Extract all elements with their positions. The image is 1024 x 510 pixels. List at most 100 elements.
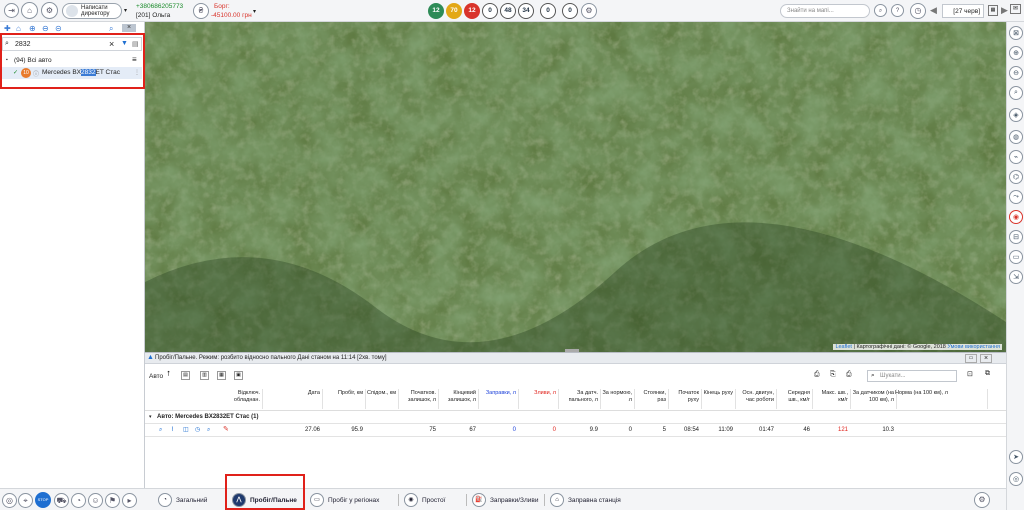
status-counter[interactable]: 12	[464, 3, 480, 19]
wallet-icon[interactable]: ₴	[193, 3, 209, 19]
search-icon[interactable]: ⌕	[874, 4, 887, 17]
flag-icon[interactable]: ⚑	[105, 493, 120, 508]
clock-icon[interactable]: ◷	[195, 427, 200, 434]
column-header[interactable]: За датч. пального, л	[560, 390, 598, 404]
xls-icon[interactable]: ⎙	[814, 371, 820, 379]
column-header[interactable]: Пробіг, км	[325, 390, 363, 397]
group-header-row[interactable]: ▾ Авто: Mercedes BX2832ET Стас (1)	[145, 412, 1006, 424]
pin-icon[interactable]: ⌖	[18, 493, 33, 508]
column-header[interactable]: Початков. залишок, л	[400, 390, 436, 404]
expand-icon[interactable]: ▣	[234, 371, 243, 380]
column-divider[interactable]	[776, 389, 777, 409]
status-counter[interactable]: 34	[518, 3, 534, 19]
truck-icon[interactable]: ⛟	[54, 493, 69, 508]
prev-day-icon[interactable]: ◀	[930, 5, 937, 16]
column-header[interactable]: Кінцевий залишок, л	[440, 390, 476, 404]
zoom-in-icon[interactable]: ⊕	[29, 24, 36, 33]
zoom-area-icon[interactable]: ⌕	[1009, 86, 1023, 100]
navigate-icon[interactable]: ◎	[1009, 472, 1023, 486]
calendar-icon[interactable]: ▦	[988, 5, 998, 16]
home-icon[interactable]: ⌂	[21, 2, 38, 19]
report-search-input[interactable]: ⌕ Шукати...	[867, 370, 957, 382]
copy-icon[interactable]: ⧉	[985, 370, 990, 378]
route-icon[interactable]: ⌁	[1009, 150, 1023, 164]
zoom-in-icon[interactable]: ⊕	[1009, 46, 1023, 60]
status-counter[interactable]: 48	[500, 3, 516, 19]
gear-icon[interactable]: ⚙	[581, 3, 597, 19]
restore-icon[interactable]: ▭	[965, 354, 977, 363]
status-counter[interactable]: 70	[446, 3, 462, 19]
column-divider[interactable]	[812, 389, 813, 409]
zoom-icon[interactable]: ⌕	[159, 427, 162, 434]
chevron-down-icon[interactable]: ▾	[124, 7, 127, 14]
table-row[interactable]: ⌕ ⌇ ◫ ◷ ⌕ ✎ 27.06 95.9 75 67 0 0 9.9 0 5 08:54 11:…	[145, 425, 1006, 437]
close-icon[interactable]: ×	[980, 354, 992, 363]
minus-icon[interactable]: ⊝	[55, 24, 62, 33]
zoom-fit-icon[interactable]: ⊡	[967, 370, 973, 378]
terms-link[interactable]: Умови використання	[947, 344, 1000, 350]
globe-icon[interactable]: ◍	[1009, 130, 1023, 144]
column-divider[interactable]	[558, 389, 559, 409]
clock-icon[interactable]: ◷	[910, 3, 926, 19]
column-header[interactable]: Стоянки, раз	[636, 390, 666, 404]
column-divider[interactable]	[322, 389, 323, 409]
column-divider[interactable]	[987, 389, 988, 409]
tab-stop[interactable]: ◉ Простої	[404, 492, 445, 508]
group-icon[interactable]: ⌂	[16, 24, 21, 33]
column-divider[interactable]	[600, 389, 601, 409]
zoom-out-icon[interactable]: ⊖	[42, 24, 49, 33]
collapse-icon[interactable]: ▾	[149, 414, 152, 420]
send-icon[interactable]: ➤	[1009, 450, 1023, 464]
column-divider[interactable]	[634, 389, 635, 409]
close-icon[interactable]: ×	[122, 24, 136, 32]
pdf-icon[interactable]: ⎘	[830, 371, 836, 379]
people-icon[interactable]: ☺	[88, 493, 103, 508]
close-map-icon[interactable]: ⊠	[1009, 26, 1023, 40]
export-icon[interactable]: ⇲	[1009, 270, 1023, 284]
column-header[interactable]: Зливи, л	[520, 390, 556, 397]
track-icon[interactable]: ⤳	[1009, 190, 1023, 204]
help-icon[interactable]: ?	[891, 4, 904, 17]
layers-icon[interactable]: ◈	[1009, 108, 1023, 122]
add-icon[interactable]: ✚	[4, 24, 11, 33]
satellite-map[interactable]: Leaflet | Картографічні дані: © Google, …	[145, 22, 1006, 352]
tab-chart[interactable]: ◔ Загальний	[158, 492, 207, 508]
column-header[interactable]: Дата	[270, 390, 320, 397]
column-header[interactable]: Кінець руху	[703, 390, 733, 397]
column-header[interactable]: Заправки, л	[478, 390, 516, 397]
column-divider[interactable]	[398, 389, 399, 409]
write-director-button[interactable]: Написати директору	[62, 3, 122, 19]
column-divider[interactable]	[850, 389, 851, 409]
settings-globe-icon[interactable]: ⚙	[41, 2, 58, 19]
column-header[interactable]: За нормою, л	[602, 390, 632, 404]
alert-icon[interactable]: ✎	[223, 426, 229, 433]
gear-icon[interactable]: ⚙	[974, 492, 990, 508]
rows-icon[interactable]: ▥	[200, 371, 209, 380]
chart-icon[interactable]: ⌇	[171, 427, 174, 434]
sort-icon[interactable]: ⭡	[167, 371, 170, 379]
column-header[interactable]: Норма (на 100 км), л	[895, 390, 985, 397]
chevron-down-icon[interactable]: ▾	[253, 8, 256, 15]
map-search-input[interactable]: Знайти на мапі...	[780, 4, 870, 18]
column-header[interactable]: Середня шв., км/г	[778, 390, 810, 404]
column-header[interactable]: Відключ. обладнан.	[224, 390, 260, 404]
mail-icon[interactable]: ✉	[1010, 4, 1021, 14]
tab-region[interactable]: ▭ Пробіг у регіонах	[310, 492, 379, 508]
tab-station[interactable]: ⌂ Заправна станція	[550, 492, 621, 508]
stop-icon[interactable]: STOP	[35, 492, 51, 508]
map-icon[interactable]: ◫	[183, 427, 189, 434]
columns-icon[interactable]: ▤	[181, 371, 190, 380]
ruler-icon[interactable]: ⊟	[1009, 230, 1023, 244]
alert-icon[interactable]: ◉	[1009, 210, 1023, 224]
status-counter[interactable]: 12	[428, 3, 444, 19]
column-header[interactable]: Спідом., км	[366, 390, 396, 397]
zoom-out-icon[interactable]: ⊖	[1009, 66, 1023, 80]
status-counter[interactable]: 0	[482, 3, 498, 19]
column-header[interactable]: Початок руху	[669, 390, 699, 404]
leaflet-link[interactable]: Leaflet	[835, 344, 852, 350]
speed-icon[interactable]: ◔	[71, 493, 86, 508]
column-header[interactable]: Макс. шв., км/г	[814, 390, 848, 404]
tab-fuel[interactable]: ⛽ Заправки/Зливи	[472, 492, 538, 508]
login-icon[interactable]: ⇥	[4, 3, 19, 18]
date-field[interactable]: [27 черв]	[942, 4, 984, 18]
